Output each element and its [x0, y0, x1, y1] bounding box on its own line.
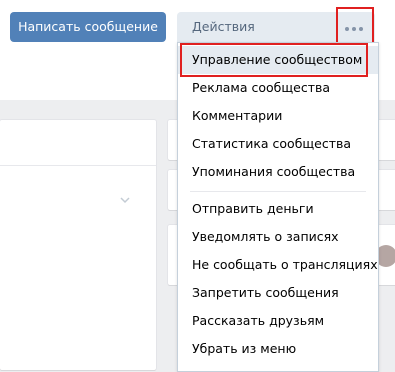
menu-item-community-statistics[interactable]: Статистика сообщества	[178, 130, 378, 158]
menu-item-notify-posts[interactable]: Уведомлять о записях	[178, 223, 378, 251]
content-card	[0, 120, 156, 370]
menu-item-advertise-community[interactable]: Реклама сообщества	[178, 74, 378, 102]
actions-dropdown-menu: Управление сообществом Реклама сообществ…	[177, 42, 379, 372]
actions-button-label: Действия	[192, 19, 255, 34]
menu-item-mute-broadcasts[interactable]: Не сообщать о трансляциях	[178, 251, 378, 279]
more-button-highlight	[336, 7, 374, 47]
card-divider	[0, 165, 156, 166]
menu-item-remove-from-menu[interactable]: Убрать из меню	[178, 335, 378, 363]
menu-item-community-mentions[interactable]: Упоминания сообщества	[178, 158, 378, 186]
menu-item-highlight	[180, 43, 368, 77]
chevron-down-icon[interactable]	[120, 195, 130, 205]
menu-item-block-messages[interactable]: Запретить сообщения	[178, 279, 378, 307]
menu-item-tell-friends[interactable]: Рассказать друзьям	[178, 307, 378, 335]
write-message-button[interactable]: Написать сообщение	[10, 12, 166, 42]
menu-item-comments[interactable]: Комментарии	[178, 102, 378, 130]
menu-separator	[190, 191, 366, 192]
menu-item-send-money[interactable]: Отправить деньги	[178, 195, 378, 223]
